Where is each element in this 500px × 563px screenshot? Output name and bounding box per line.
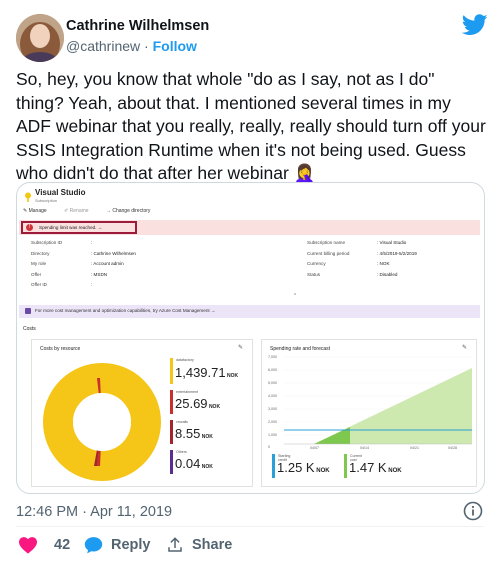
y-tick: 5,000 <box>268 381 277 385</box>
starting-credit-value: 1.25 K NOK <box>277 460 330 475</box>
handle-separator: · <box>140 38 153 54</box>
twitter-bird-icon[interactable] <box>461 14 488 36</box>
costs-by-resource-panel[interactable]: Costs by resource ✎ datafactory 1,439.71… <box>31 339 253 487</box>
subscription-title: Visual Studio <box>35 188 86 197</box>
x-tick: 04/28 <box>448 446 457 450</box>
reply-label: Reply <box>111 537 151 553</box>
share-label: Share <box>192 537 233 553</box>
current-cost-value: 1.47 K NOK <box>349 460 402 475</box>
y-tick: 0 <box>268 445 270 449</box>
legend-color-datafactory <box>170 358 173 384</box>
key-icon <box>23 189 33 202</box>
forecast-area <box>314 368 472 444</box>
y-tick: 4,000 <box>268 394 277 398</box>
manage-button[interactable]: ✎ Manage <box>23 208 55 214</box>
y-tick: 7,000 <box>268 355 277 359</box>
x-tick: 04/07 <box>310 446 319 450</box>
y-tick: 1,000 <box>268 433 277 437</box>
reply-button[interactable]: Reply <box>84 536 151 554</box>
y-tick: 3,000 <box>268 407 277 411</box>
like-count: 42 <box>54 537 71 553</box>
tweet-timestamp[interactable]: 12:46 PM · Apr 11, 2019 <box>16 504 172 520</box>
legend-value: 0.04 NOK <box>175 456 213 471</box>
current-cost-color <box>344 454 347 478</box>
legend-color-vmcalls <box>170 420 173 444</box>
follow-button[interactable]: Follow <box>153 38 197 54</box>
toolbar: ✎ Manage ✐ Rename → Change directory <box>23 208 166 214</box>
share-button[interactable]: Share <box>166 536 232 554</box>
legend-value: 8.55 NOK <box>175 426 213 441</box>
spending-forecast-panel[interactable]: Spending rate and forecast ✎ 7,000 6,000… <box>261 339 477 487</box>
x-tick: 04/14 <box>360 446 369 450</box>
heart-icon <box>19 537 37 554</box>
attached-screenshot[interactable]: Visual Studio Subscription ✎ Manage ✐ Re… <box>16 182 485 494</box>
starting-credit-color <box>272 454 275 478</box>
cost-management-banner[interactable]: For more cost management and optimizatio… <box>19 305 480 318</box>
x-tick: 04/21 <box>410 446 419 450</box>
author-handle[interactable]: @cathrinew <box>66 38 140 54</box>
avatar[interactable] <box>16 14 64 62</box>
footer-divider <box>16 526 484 527</box>
donut-chart <box>43 363 161 481</box>
author-name[interactable]: Cathrine Wilhelmsen <box>66 18 209 34</box>
legend-value: 25.69 NOK <box>175 396 221 411</box>
pin-icon[interactable]: ✎ <box>462 344 467 351</box>
legend-value: 1,439.71 NOK <box>175 365 239 380</box>
rename-button[interactable]: ✐ Rename <box>64 208 97 214</box>
essentials-left-labels: Subscription ID Directory My role Offer Offe… <box>31 240 63 288</box>
reply-bubble-icon <box>84 537 103 554</box>
pin-icon[interactable]: ✎ <box>238 344 243 351</box>
y-tick: 6,000 <box>268 368 277 372</box>
collapse-chevron-icon[interactable]: ⌃ <box>293 293 297 299</box>
legend-name: entertainment <box>176 390 198 394</box>
legend-name: vmcalls <box>176 420 188 424</box>
legend-color-entertainment <box>170 390 173 414</box>
spending-forecast-title: Spending rate and forecast <box>270 346 331 352</box>
costs-section-label: Costs <box>23 326 36 332</box>
legend-name: Others <box>176 450 187 454</box>
essentials-right-values: : Visual Studio: 4/5/2019-5/2/2019: NOK:… <box>377 240 417 277</box>
error-icon: ! <box>26 224 33 231</box>
legend-name: datafactory <box>176 358 194 362</box>
cost-management-icon <box>25 308 31 314</box>
legend-color-others <box>170 450 173 474</box>
essentials-right-labels: Subscription name Current billing period C… <box>307 240 350 277</box>
share-icon <box>168 537 182 552</box>
change-directory-button[interactable]: → Change directory <box>106 208 158 214</box>
subscription-subtitle: Subscription <box>35 198 58 203</box>
spending-limit-alert[interactable]: Spending limit was reached. → <box>21 221 137 234</box>
info-icon[interactable] <box>463 501 483 521</box>
forecast-chart: 7,000 6,000 5,000 4,000 3,000 2,000 1,00… <box>268 355 472 450</box>
y-tick: 2,000 <box>268 420 277 424</box>
like-button[interactable]: 42 <box>18 536 70 554</box>
author-handle-row: @cathrinew · Follow <box>66 38 197 54</box>
costs-by-resource-title: Costs by resource <box>40 346 81 352</box>
essentials-left-values: :: Cathrine Wilhelmsen: Account admin: M… <box>91 240 136 288</box>
tweet-text: So, hey, you know that whole "do as I sa… <box>16 69 486 183</box>
